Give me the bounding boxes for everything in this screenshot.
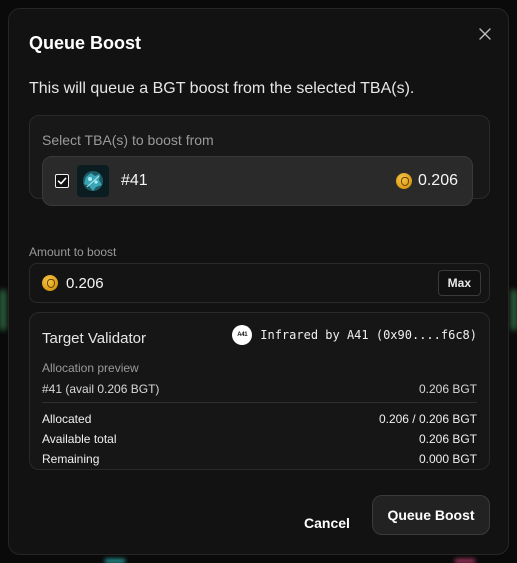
target-validator-title: Target Validator — [42, 330, 146, 347]
close-icon — [479, 28, 491, 40]
allocation-row-value: 0.206 BGT — [418, 382, 477, 396]
available-total-row: Available total 0.206 BGT — [42, 432, 477, 446]
max-button[interactable]: Max — [437, 270, 481, 296]
divider — [42, 402, 477, 403]
bgt-coin-icon — [42, 275, 58, 291]
allocated-row: Allocated 0.206 / 0.206 BGT — [42, 412, 477, 426]
backdrop-glow — [455, 559, 475, 563]
check-icon — [57, 177, 67, 185]
backdrop-glow — [511, 290, 517, 330]
allocation-row: #41 (avail 0.206 BGT) 0.206 BGT — [42, 382, 477, 396]
allocated-value: 0.206 / 0.206 BGT — [378, 412, 477, 426]
modal-subtitle: This will queue a BGT boost from the sel… — [29, 80, 415, 97]
validator-info: A41 Infrared by A41 (0x90....f6c8) — [232, 325, 477, 345]
remaining-value: 0.000 BGT — [418, 452, 477, 466]
remaining-row: Remaining 0.000 BGT — [42, 452, 477, 466]
cancel-button[interactable]: Cancel — [297, 503, 357, 543]
tba-balance: 0.206 — [395, 172, 458, 190]
validator-name: Infrared by A41 (0x90....f6c8) — [260, 328, 477, 342]
nft-thumbnail — [77, 165, 109, 197]
remaining-label: Remaining — [42, 452, 100, 466]
bgt-coin-icon — [395, 173, 412, 189]
allocation-row-label: #41 (avail 0.206 BGT) — [42, 382, 160, 396]
backdrop-glow — [105, 559, 125, 563]
tba-checkbox[interactable] — [55, 174, 69, 188]
nft-image-icon — [77, 165, 109, 197]
queue-boost-button[interactable]: Queue Boost — [372, 495, 490, 535]
tba-balance-value: 0.206 — [417, 172, 458, 189]
modal-title: Queue Boost — [29, 33, 142, 53]
close-button[interactable] — [474, 23, 496, 45]
tba-name: #41 — [121, 172, 148, 189]
amount-label: Amount to boost — [29, 245, 117, 259]
tba-select-label: Select TBA(s) to boost from — [42, 132, 214, 148]
target-validator-panel: Target Validator A41 Infrared by A41 (0x… — [29, 312, 490, 470]
available-total-label: Available total — [42, 432, 117, 446]
amount-input[interactable] — [66, 274, 386, 292]
queue-boost-modal: Queue Boost This will queue a BGT boost … — [8, 8, 509, 555]
backdrop-glow — [0, 290, 6, 330]
allocated-label: Allocated — [42, 412, 92, 426]
validator-logo: A41 — [232, 325, 253, 345]
allocation-preview-label: Allocation preview — [42, 361, 139, 375]
amount-field: Max — [29, 263, 490, 303]
tba-select-panel: Select TBA(s) to boost from #41 0.206 — [29, 115, 490, 206]
available-total-value: 0.206 BGT — [418, 432, 477, 446]
tba-option[interactable]: #41 0.206 — [42, 156, 473, 206]
